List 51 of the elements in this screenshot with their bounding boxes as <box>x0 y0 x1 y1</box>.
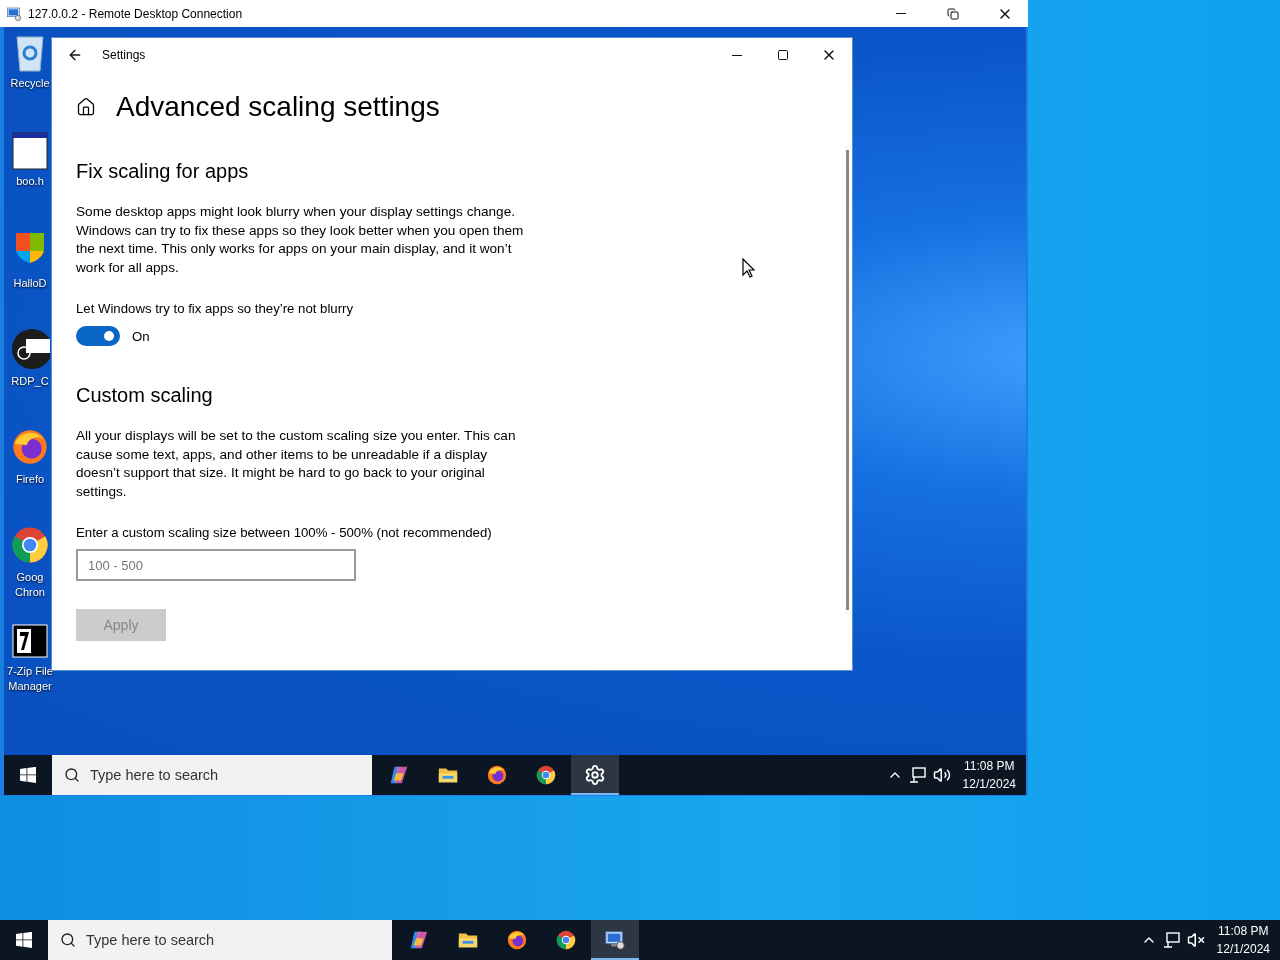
desktop-icon-label[interactable]: Firefo <box>15 472 45 487</box>
desktop-icon-label[interactable]: Recycle <box>10 76 50 91</box>
volume-icon[interactable] <box>932 766 951 784</box>
taskbar-search-field[interactable]: Type here to search <box>48 920 392 960</box>
recycle-bin-icon <box>13 33 47 73</box>
taskbar-search-field[interactable]: Type here to search <box>52 755 372 795</box>
window-title: 127.0.0.2 - Remote Desktop Connection <box>28 6 244 21</box>
field-label: Enter a custom scaling size between 100% - 500% (not recommended) <box>76 525 493 540</box>
chrome-icon <box>555 929 577 951</box>
windows-logo-icon <box>20 767 36 783</box>
copilot-icon <box>408 929 430 951</box>
toggle-label: Let Windows try to fix apps so they’re not blurry <box>76 301 355 316</box>
search-icon <box>60 932 76 948</box>
firefox-icon <box>506 929 528 951</box>
network-icon[interactable] <box>1162 932 1181 948</box>
desktop-icon-label[interactable]: HalloD <box>13 276 47 291</box>
archive-icon <box>12 621 48 661</box>
settings-icon <box>584 764 606 786</box>
network-icon[interactable] <box>908 767 927 783</box>
windows-logo-icon <box>16 932 32 948</box>
description-text: All your displays will be set to the custom scaling size you enter. This can cause some text, apps, and other items to be unreadable if a display doesn’t support that size. It might be hard to go back to your original settings. <box>76 427 517 501</box>
taskbar-app-button[interactable] <box>571 755 619 795</box>
restore-icon <box>947 7 959 20</box>
mouse-pointer-icon <box>742 258 756 278</box>
desktop-icon-label[interactable]: 7-Zip File Manager <box>7 664 53 694</box>
search-icon <box>64 767 80 783</box>
copilot-icon <box>388 764 410 786</box>
chrome-icon <box>535 764 557 786</box>
remote-desktop-icon <box>604 929 626 951</box>
minimize-icon <box>732 54 742 56</box>
desktop-icon-label[interactable]: Goog Chron <box>15 570 45 600</box>
description-text: Some desktop apps might look blurry when your display settings change. Windows can try to fix these apps so they look better when you open them the next time. This only works for apps on your main display, and it won’t work for all apps. <box>76 203 524 277</box>
firefox-icon <box>486 764 508 786</box>
window-title: Settings <box>102 48 147 62</box>
desktop-icon-label[interactable]: boo.h <box>16 174 44 189</box>
section-heading: Fix scaling for apps <box>76 160 250 183</box>
toggle-state: On <box>132 328 150 344</box>
window-file-icon <box>12 131 48 171</box>
remote-desktop-icon <box>6 5 22 22</box>
clock[interactable]: 11:08 PM 12/1/2024 <box>1216 922 1270 958</box>
home-icon[interactable] <box>76 97 96 117</box>
page-title: Advanced scaling settings <box>116 91 440 123</box>
desktop-icon-label[interactable]: RDP_C <box>11 374 49 389</box>
volume-muted-icon[interactable] <box>1186 931 1205 949</box>
section-heading: Custom scaling <box>76 384 214 407</box>
scaling-size-field[interactable]: 100 - 500 <box>76 549 356 581</box>
toggle-switch[interactable] <box>76 326 120 346</box>
clock[interactable]: 11:08 PM 12/1/2024 <box>962 757 1016 793</box>
minimize-icon <box>896 13 906 14</box>
maximize-icon <box>777 49 789 61</box>
taskbar-app-button[interactable] <box>591 920 639 960</box>
